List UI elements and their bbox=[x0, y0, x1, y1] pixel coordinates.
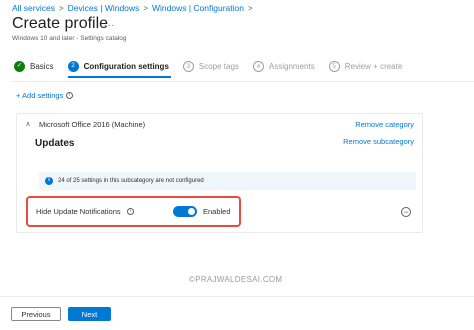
setting-row-hide-update-notifications: Hide Update Notifications i Enabled bbox=[26, 196, 241, 227]
step-label: Basics bbox=[30, 62, 54, 71]
step-scope-tags[interactable]: 3 Scope tags bbox=[182, 61, 239, 72]
step-review-create[interactable]: 5 Review + create bbox=[328, 61, 403, 72]
category-header[interactable]: ∧ Microsoft Office 2016 (Machine) Remove… bbox=[21, 118, 414, 130]
add-settings-link[interactable]: + Add settings i bbox=[16, 91, 74, 100]
info-message-text: 24 of 25 settings in this subcategory ar… bbox=[58, 178, 204, 184]
wizard-steps: ✓ Basics 2 Configuration settings 3 Scop… bbox=[14, 61, 416, 78]
info-message-bar: i 24 of 25 settings in this subcategory … bbox=[39, 172, 416, 190]
step-label: Configuration settings bbox=[83, 62, 169, 71]
toggle-state-label: Enabled bbox=[203, 207, 231, 216]
step-assignments[interactable]: 4 Assignments bbox=[252, 61, 315, 72]
divider bbox=[12, 81, 474, 82]
info-icon[interactable]: i bbox=[66, 92, 74, 99]
breadcrumb-separator: > bbox=[58, 3, 64, 13]
watermark: ©PRAJWALDESAI.COM bbox=[189, 275, 283, 284]
breadcrumb-link-windows-configuration[interactable]: Windows | Configuration bbox=[152, 3, 244, 13]
step-number-icon: 5 bbox=[328, 61, 340, 72]
step-configuration-settings[interactable]: 2 Configuration settings bbox=[67, 61, 172, 78]
step-label: Assignments bbox=[268, 62, 315, 71]
checkmark-icon: ✓ bbox=[14, 61, 25, 72]
category-name: Microsoft Office 2016 (Machine) bbox=[39, 119, 146, 129]
info-icon[interactable]: i bbox=[126, 208, 134, 215]
next-button[interactable]: Next bbox=[68, 307, 111, 321]
page-subtitle: Windows 10 and later - Settings catalog bbox=[12, 35, 127, 42]
info-icon: i bbox=[45, 177, 53, 185]
previous-button[interactable]: Previous bbox=[11, 307, 61, 321]
chevron-up-icon[interactable]: ∧ bbox=[21, 120, 35, 128]
remove-subcategory-link[interactable]: Remove subcategory bbox=[343, 137, 414, 146]
add-settings-label: + Add settings bbox=[16, 91, 64, 100]
step-label: Scope tags bbox=[198, 62, 239, 71]
remove-category-link[interactable]: Remove category bbox=[355, 120, 414, 129]
breadcrumb-separator: > bbox=[247, 3, 253, 13]
more-options-icon[interactable]: ... bbox=[104, 18, 115, 29]
page-title: Create profile bbox=[12, 15, 109, 32]
subcategory-title: Updates bbox=[35, 138, 75, 149]
step-basics[interactable]: ✓ Basics bbox=[14, 61, 54, 72]
breadcrumb: All services > Devices | Windows > Windo… bbox=[12, 3, 253, 13]
breadcrumb-link-devices-windows[interactable]: Devices | Windows bbox=[68, 3, 140, 13]
toggle-knob bbox=[188, 208, 195, 215]
setting-label: Hide Update Notifications bbox=[36, 207, 121, 216]
breadcrumb-link-all-services[interactable]: All services bbox=[12, 3, 55, 13]
step-number-icon: 4 bbox=[252, 61, 264, 72]
step-label: Review + create bbox=[344, 62, 403, 71]
footer-divider bbox=[0, 296, 474, 297]
remove-setting-icon[interactable]: − bbox=[401, 207, 411, 217]
step-number-icon: 2 bbox=[67, 61, 79, 72]
setting-toggle[interactable] bbox=[173, 206, 197, 217]
step-number-icon: 3 bbox=[182, 61, 194, 72]
breadcrumb-separator: > bbox=[143, 3, 148, 13]
